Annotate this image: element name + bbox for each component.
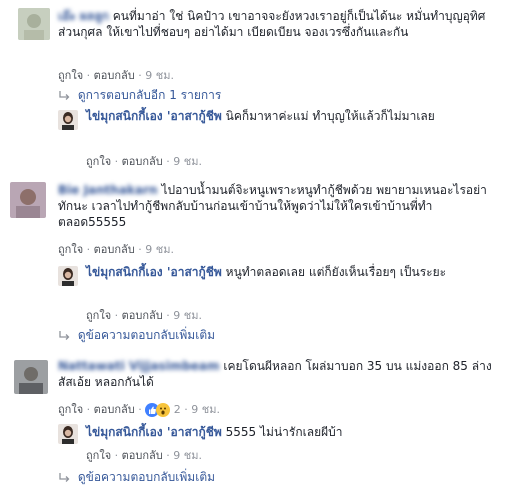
reply-actions: ถูกใจ · ตอบกลับ · 9 ชม.: [86, 309, 202, 322]
avatar[interactable]: [14, 360, 48, 394]
avatar[interactable]: [18, 8, 50, 40]
reply-link[interactable]: ตอบกลับ: [94, 69, 135, 82]
comment-author[interactable]: เอ๊ะ ผลลูก: [58, 9, 109, 23]
reply-link[interactable]: ตอบกลับ: [122, 449, 163, 462]
comment-author[interactable]: Nattawati Vijjasimbeam: [58, 359, 220, 373]
avatar-image: [58, 266, 78, 286]
reply-avatar[interactable]: [58, 110, 78, 130]
timestamp[interactable]: 9 ชม.: [191, 403, 220, 416]
comment-actions: ถูกใจ · ตอบกลับ · 9 ชม.: [58, 243, 174, 256]
reply-text: หนูทำตลอดเลย แต่ก็ยังเห็นเรื่อยๆ เป็นระย…: [225, 265, 447, 279]
reply-text: นิคก็มาหาค่ะแม่ ทำบุญให้แล้วก็ไม่มาเลย: [225, 109, 435, 123]
wow-reaction-icon: [156, 403, 171, 417]
reactions[interactable]: 2: [145, 403, 184, 417]
like-link[interactable]: ถูกใจ: [58, 403, 83, 416]
avatar-image: [10, 182, 46, 218]
avatar[interactable]: [10, 182, 46, 218]
avatar-image: [58, 110, 78, 130]
timestamp[interactable]: 9 ชม.: [145, 69, 174, 82]
comment-body: Bie Janthakarn ไปอาบน้ำมนต์จิะหนูเพราะหน…: [58, 182, 498, 230]
reply-avatar[interactable]: [58, 266, 78, 286]
like-link[interactable]: ถูกใจ: [86, 309, 111, 322]
reply-link[interactable]: ตอบกลับ: [94, 403, 135, 416]
comment-body: Nattawati Vijjasimbeam เคยโดนผีหลอก โผล่…: [58, 358, 498, 390]
view-more-replies-link[interactable]: ดูข้อความตอบกลับเพิ่มเติม: [58, 468, 215, 487]
reply-text: 5555 ไม่น่ารักเลยผีบ้า: [225, 425, 343, 439]
reply-link[interactable]: ตอบกลับ: [94, 243, 135, 256]
reply-link[interactable]: ตอบกลับ: [122, 155, 163, 168]
comment-author[interactable]: Bie Janthakarn: [58, 183, 158, 197]
reply-body: ไข่มุกสนิกกี้เอง 'อาสากู้ชีพ 5555 ไม่น่า…: [86, 424, 486, 440]
timestamp[interactable]: 9 ชม.: [173, 155, 202, 168]
reply-body: ไข่มุกสนิกกี้เอง 'อาสากู้ชีพ นิคก็มาหาค่…: [86, 108, 486, 124]
timestamp[interactable]: 9 ชม.: [145, 243, 174, 256]
reaction-count: 2: [173, 403, 181, 416]
like-link[interactable]: ถูกใจ: [86, 155, 111, 168]
reply-avatar[interactable]: [58, 424, 78, 444]
reply-arrow-icon: [59, 90, 70, 100]
comment-text: คนที่มาอ่า ใช่ นิคป๋าว เขาอาจจะยังหวงเรา…: [58, 9, 486, 39]
like-link[interactable]: ถูกใจ: [86, 449, 111, 462]
comment-actions: ถูกใจ · ตอบกลับ · 2 · 9 ชม.: [58, 403, 220, 417]
reply-author[interactable]: ไข่มุกสนิกกี้เอง 'อาสากู้ชีพ: [86, 425, 222, 439]
reply-actions: ถูกใจ · ตอบกลับ · 9 ชม.: [86, 155, 202, 168]
reply-actions: ถูกใจ · ตอบกลับ · 9 ชม.: [86, 449, 202, 462]
view-more-replies-label[interactable]: ดูข้อความตอบกลับเพิ่มเติม: [78, 470, 215, 484]
view-more-replies-label[interactable]: ดูการตอบกลับอีก 1 รายการ: [78, 88, 222, 102]
avatar-image: [14, 360, 48, 394]
view-more-replies-link[interactable]: ดูการตอบกลับอีก 1 รายการ: [58, 86, 221, 105]
comment-actions: ถูกใจ · ตอบกลับ · 9 ชม.: [58, 69, 174, 82]
reply-arrow-icon: [59, 330, 70, 340]
view-more-replies-link[interactable]: ดูข้อความตอบกลับเพิ่มเติม: [58, 326, 215, 345]
reply-author[interactable]: ไข่มุกสนิกกี้เอง 'อาสากู้ชีพ: [86, 109, 222, 123]
timestamp[interactable]: 9 ชม.: [173, 449, 202, 462]
avatar-image: [58, 424, 78, 444]
reply-link[interactable]: ตอบกลับ: [122, 309, 163, 322]
avatar-image: [18, 8, 50, 40]
like-link[interactable]: ถูกใจ: [58, 69, 83, 82]
view-more-replies-label[interactable]: ดูข้อความตอบกลับเพิ่มเติม: [78, 328, 215, 342]
comment-body: เอ๊ะ ผลลูก คนที่มาอ่า ใช่ นิคป๋าว เขาอาจ…: [58, 8, 498, 40]
timestamp[interactable]: 9 ชม.: [173, 309, 202, 322]
like-link[interactable]: ถูกใจ: [58, 243, 83, 256]
reply-author[interactable]: ไข่มุกสนิกกี้เอง 'อาสากู้ชีพ: [86, 265, 222, 279]
reply-body: ไข่มุกสนิกกี้เอง 'อาสากู้ชีพ หนูทำตลอดเล…: [86, 264, 486, 280]
reply-arrow-icon: [59, 472, 70, 482]
